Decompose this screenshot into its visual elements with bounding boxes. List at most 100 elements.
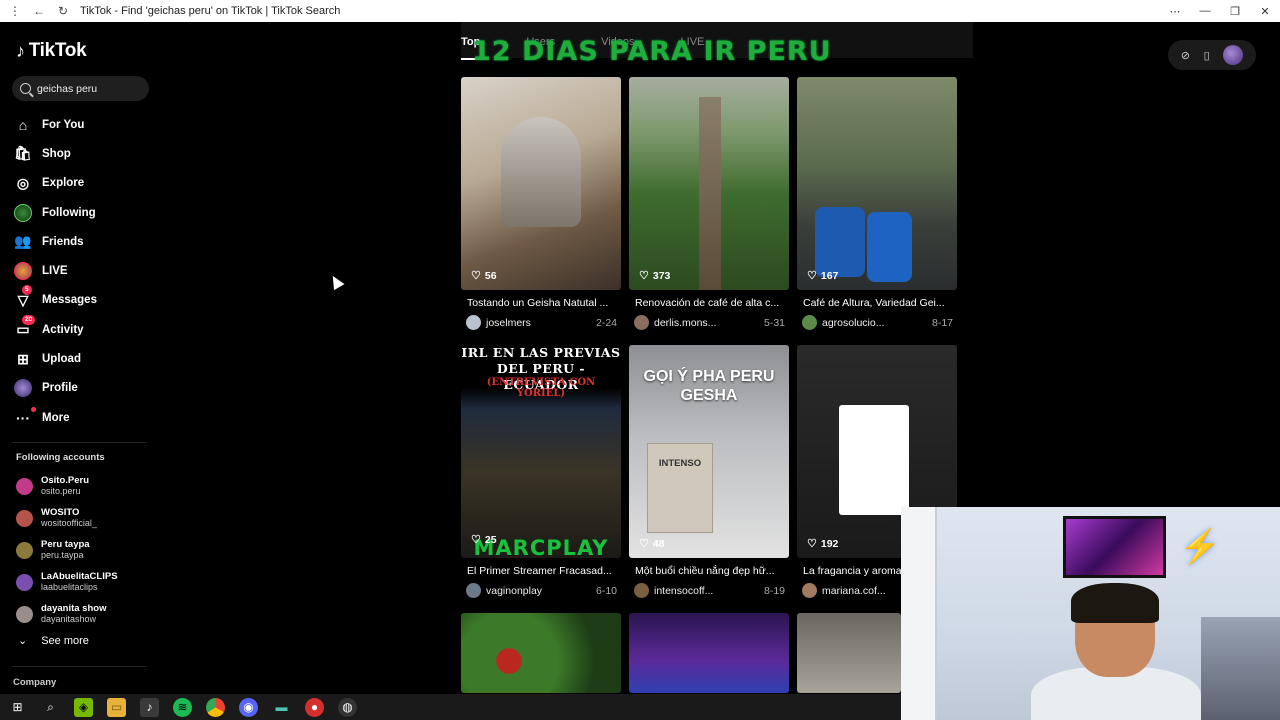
author-avatar[interactable] [802, 315, 817, 330]
sidebar-item-upload[interactable]: ⊞ Upload [14, 344, 97, 373]
spotify-icon[interactable]: ≋ [173, 697, 192, 717]
author-avatar[interactable] [466, 315, 481, 330]
live-avatar-icon [14, 262, 32, 281]
activity-badge: 20 [22, 314, 36, 325]
following-accounts-title: Following accounts [16, 452, 105, 463]
video-title[interactable]: Tostando un Geisha Natutal ... [461, 297, 621, 309]
tiktok-icon[interactable]: ♪ [140, 697, 159, 717]
author-avatar[interactable] [634, 315, 649, 330]
tiktok-logo[interactable]: ♪ TikTok [16, 40, 87, 62]
sidebar-item-more[interactable]: ··· More [14, 403, 97, 432]
account-avatar [16, 605, 33, 623]
restore-icon[interactable]: ❐ [1220, 5, 1250, 18]
video-thumbnail[interactable] [461, 613, 621, 693]
sidebar-item-following[interactable]: Following [14, 198, 97, 227]
back-icon[interactable]: ← [32, 4, 46, 18]
video-thumbnail[interactable] [797, 613, 901, 693]
user-avatar[interactable] [1223, 45, 1244, 65]
like-count: ♡ 373 [639, 269, 671, 283]
bag-label [839, 405, 909, 515]
chrome-icon[interactable] [206, 697, 225, 717]
video-card[interactable]: ♡ 167 Café de Altura, Variedad Gei... agr… [797, 77, 957, 330]
sidebar-item-friends[interactable]: 👥 Friends [14, 227, 97, 256]
video-date: 5-31 [763, 316, 785, 329]
video-date: 2-24 [595, 316, 617, 329]
author-name[interactable]: joselmers [486, 317, 531, 329]
app-icon[interactable]: ● [305, 697, 324, 717]
heart-icon: ♡ [807, 270, 817, 282]
sidebar-item-explore[interactable]: ◎ Explore [14, 169, 97, 198]
messages-icon: ▽ 5 [14, 285, 32, 309]
account-item[interactable]: WOSITO wositoofficial_ [16, 502, 118, 534]
search-value: geichas peru [37, 82, 98, 95]
account-item[interactable]: Peru taypa peru.taypa [16, 534, 118, 566]
account-item[interactable]: Osito.Peru osito.peru [16, 470, 118, 502]
account-item[interactable]: dayanita show dayanitashow [16, 598, 118, 630]
author-name[interactable]: derlis.mons... [654, 317, 716, 329]
search-input[interactable]: geichas peru [12, 76, 149, 101]
start-icon[interactable]: ⊞ [8, 698, 27, 717]
sidebar-item-for-you[interactable]: ⌂ For You [14, 110, 97, 139]
terminal-icon[interactable]: ▬ [272, 698, 291, 717]
author-name[interactable]: mariana.cof... [822, 585, 886, 597]
video-thumbnail[interactable] [629, 613, 789, 693]
sidebar-item-profile[interactable]: Profile [14, 374, 97, 403]
sidebar: ♪ TikTok geichas peru ⌂ For You 🛍 Shop ◎… [0, 22, 160, 694]
account-item[interactable]: LaAbuelitaCLIPS laabuelitaclips [16, 566, 118, 598]
video-meta: agrosolucio... 8-17 [797, 315, 957, 330]
files-icon[interactable]: ▭ [107, 697, 126, 717]
like-count: ♡ 192 [807, 537, 839, 551]
account-avatar [16, 477, 33, 495]
video-thumbnail[interactable]: IRL EN LAS PREVIAS DEL PERU - ECUADOR (E… [461, 345, 621, 558]
sidebar-item-messages[interactable]: ▽ 5 Messages [14, 285, 97, 315]
author-name[interactable]: intensocoff... [654, 585, 713, 597]
account-avatar [16, 573, 33, 591]
sidebar-item-live[interactable]: LIVE [14, 256, 97, 285]
obs-icon[interactable]: ◍ [338, 697, 357, 717]
compass-icon: ◎ [16, 174, 30, 191]
video-thumbnail[interactable]: ♡ 373 [629, 77, 789, 290]
device-icon[interactable]: ▯ [1204, 49, 1210, 62]
video-card[interactable]: GỌI Ý PHA PERU GESHA INTENSO ♡ 48 Một buổ… [629, 345, 789, 598]
author-name[interactable]: vaginonplay [486, 585, 542, 597]
webcam-tv [1063, 516, 1166, 578]
video-caption-top: GỌI Ý PHA PERU GESHA [643, 368, 775, 404]
video-card[interactable]: ♡ 56 Tostando un Geisha Natutal ... josel… [461, 77, 621, 330]
video-title[interactable]: Café de Altura, Variedad Gei... [797, 297, 957, 309]
author-avatar[interactable] [634, 583, 649, 598]
sidebar-divider [12, 442, 147, 443]
video-thumbnail[interactable]: GỌI Ý PHA PERU GESHA INTENSO ♡ 48 [629, 345, 789, 558]
nvidia-icon[interactable]: ◈ [74, 697, 93, 717]
video-meta: intensocoff... 8-19 [629, 583, 789, 598]
browser-menu-icon[interactable]: ⋮ [8, 4, 22, 18]
video-card[interactable]: ♡ 373 Renovación de café de alta c... der… [629, 77, 789, 330]
like-count: ♡ 48 [639, 537, 665, 551]
blue-barrel [867, 212, 912, 282]
video-card[interactable]: IRL EN LAS PREVIAS DEL PERU - ECUADOR (E… [461, 345, 621, 598]
profile-avatar-icon [14, 379, 32, 398]
reload-icon[interactable]: ↻ [56, 4, 70, 18]
minimize-icon[interactable]: — [1190, 5, 1220, 18]
company-link[interactable]: Company [13, 677, 56, 688]
sidebar-item-activity[interactable]: ▭ 20 Activity [14, 314, 97, 344]
close-icon[interactable]: ✕ [1250, 5, 1280, 18]
see-more-button[interactable]: ⌄ See more [18, 634, 89, 648]
author-avatar[interactable] [466, 583, 481, 598]
discord-icon[interactable]: ◉ [239, 697, 258, 717]
sidebar-item-shop[interactable]: 🛍 Shop [14, 139, 97, 168]
video-date: 6-10 [595, 584, 617, 597]
video-title[interactable]: El Primer Streamer Fracasad... [461, 565, 621, 577]
account-avatar [16, 541, 33, 559]
search-icon[interactable]: ⌕ [41, 698, 60, 717]
like-count: ♡ 25 [471, 533, 497, 547]
author-name[interactable]: agrosolucio... [822, 317, 884, 329]
coins-icon[interactable]: ⊘ [1181, 49, 1190, 62]
window-title: TikTok - Find 'geichas peru' on TikTok |… [80, 5, 341, 17]
author-avatar[interactable] [802, 583, 817, 598]
video-caption-sub: (ENTREVISTA CON YORIEL) [486, 377, 596, 399]
video-thumbnail[interactable]: ♡ 56 [461, 77, 621, 290]
video-thumbnail[interactable]: ♡ 167 [797, 77, 957, 290]
browser-more-icon[interactable]: ⋯ [1160, 5, 1190, 18]
video-title[interactable]: Renovación de café de alta c... [629, 297, 789, 309]
video-title[interactable]: Một buổi chiều nắng đẹp hữ... [629, 565, 789, 577]
